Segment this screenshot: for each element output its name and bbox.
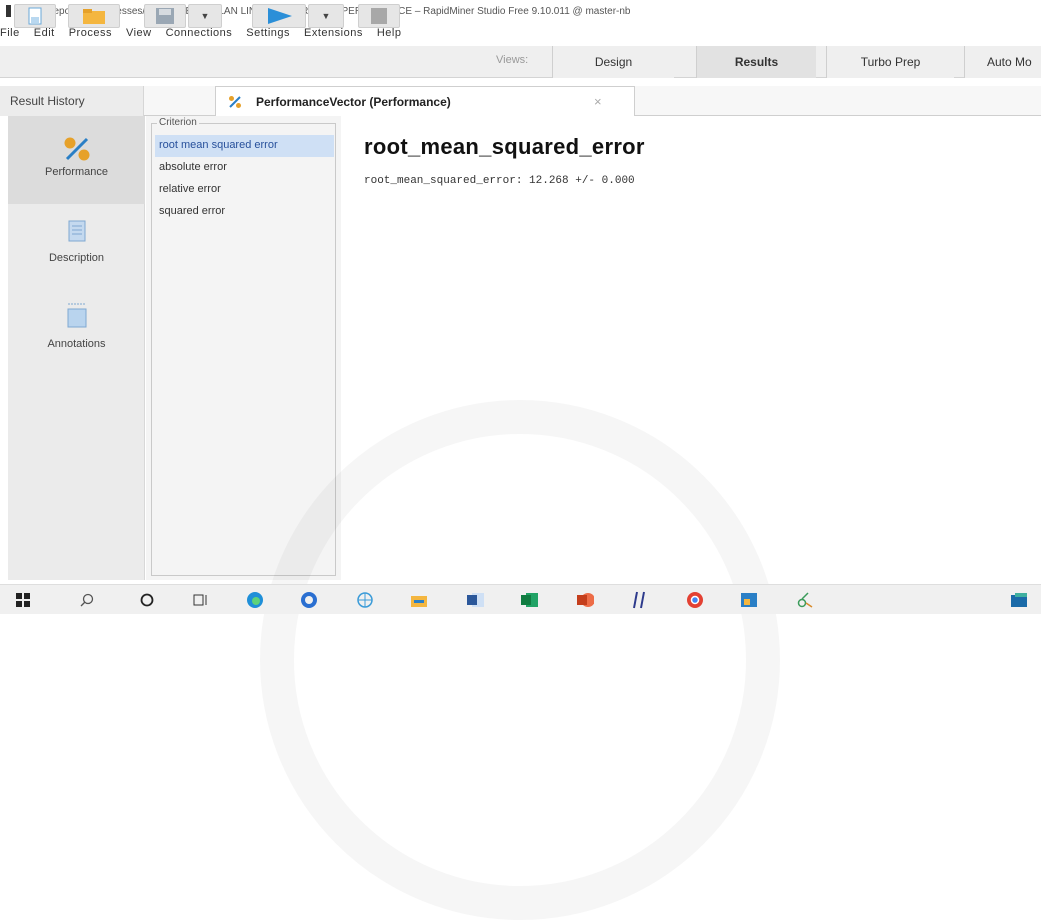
criterion-legend: Criterion [157,117,199,128]
view-turbo-prep-button[interactable]: Turbo Prep [826,46,954,78]
chrome-icon[interactable] [686,592,704,608]
criterion-group: Criterion root mean squared error absolu… [151,117,336,576]
criterion-value: root_mean_squared_error: 12.268 +/- 0.00… [364,175,635,187]
menu-help[interactable]: Help [377,27,402,39]
task-view-icon[interactable] [192,592,210,608]
result-history-tab[interactable]: Result History [0,86,144,116]
sidebar-item-label: Annotations [47,338,106,350]
browser-icon[interactable] [300,592,318,608]
note-icon [67,303,86,328]
sidebar-item-label: Description [48,252,105,264]
criterion-heading: root_mean_squared_error [364,134,645,159]
performance-vector-tab[interactable]: PerformanceVector (Performance) × [215,86,635,116]
new-process-button[interactable] [14,4,56,28]
sidebar-item-description[interactable]: Description [8,220,145,280]
menu-process[interactable]: Process [69,27,112,39]
save-button[interactable] [144,4,186,28]
criterion-panel: Criterion root mean squared error absolu… [146,116,341,580]
results-tab-row: Result History PerformanceVector (Perfor… [0,86,1041,116]
criterion-list: root mean squared error absolute error r… [155,135,334,223]
play-icon [268,8,292,24]
edge-icon[interactable] [246,592,264,608]
chevron-down-icon: ▼ [321,11,331,21]
sidebar-item-annotations[interactable]: Annotations [8,302,145,362]
percent-icon [229,95,241,108]
new-file-icon [28,7,42,25]
search-icon[interactable] [78,592,96,608]
chevron-down-icon: ▼ [200,11,210,21]
windows-taskbar [0,584,1041,614]
performance-tab-label: PerformanceVector (Performance) [256,94,451,109]
open-process-button[interactable] [68,4,120,28]
sidebar-item-label: Performance [45,166,108,178]
view-design-button[interactable]: Design [552,46,674,78]
menu-view[interactable]: View [126,27,152,39]
run-process-button[interactable] [252,4,306,28]
rapidminer-icon[interactable] [740,592,758,608]
windows-start-icon[interactable] [14,592,32,608]
app-mark-icon [6,5,11,17]
result-view-sidebar: Performance Description Annotations [8,116,145,580]
document-icon [68,220,85,242]
run-dropdown-button[interactable]: ▼ [308,4,344,28]
file-explorer-icon[interactable] [410,592,428,608]
criterion-item[interactable]: relative error [155,179,334,201]
app-icon[interactable] [796,592,814,608]
close-tab-icon[interactable]: × [594,94,602,109]
stop-process-button[interactable] [358,4,400,28]
criterion-item[interactable]: squared error [155,201,334,223]
menu-file[interactable]: File [0,27,20,39]
excel-icon[interactable] [520,592,538,608]
sidebar-item-performance[interactable]: Performance [8,116,145,204]
save-dropdown-button[interactable]: ▼ [188,4,222,28]
view-results-button[interactable]: Results [696,46,816,78]
menu-extensions[interactable]: Extensions [304,27,363,39]
criterion-item[interactable]: absolute error [155,157,334,179]
stack-icon[interactable] [1010,592,1028,608]
criterion-item[interactable]: root mean squared error [155,135,334,157]
stop-icon [371,8,387,24]
powerpoint-icon[interactable] [576,592,594,608]
menu-connections[interactable]: Connections [166,27,233,39]
views-label: Views: [496,54,529,66]
view-auto-model-button[interactable]: Auto Mo [964,46,1041,78]
hash-icon[interactable] [630,591,648,609]
menu-settings[interactable]: Settings [246,27,290,39]
percent-icon [64,137,89,161]
menu-edit[interactable]: Edit [34,27,55,39]
folder-icon [83,9,105,24]
cortana-icon[interactable] [138,592,156,608]
network-icon[interactable] [356,592,374,608]
word-icon[interactable] [466,592,484,608]
save-icon [156,8,174,24]
